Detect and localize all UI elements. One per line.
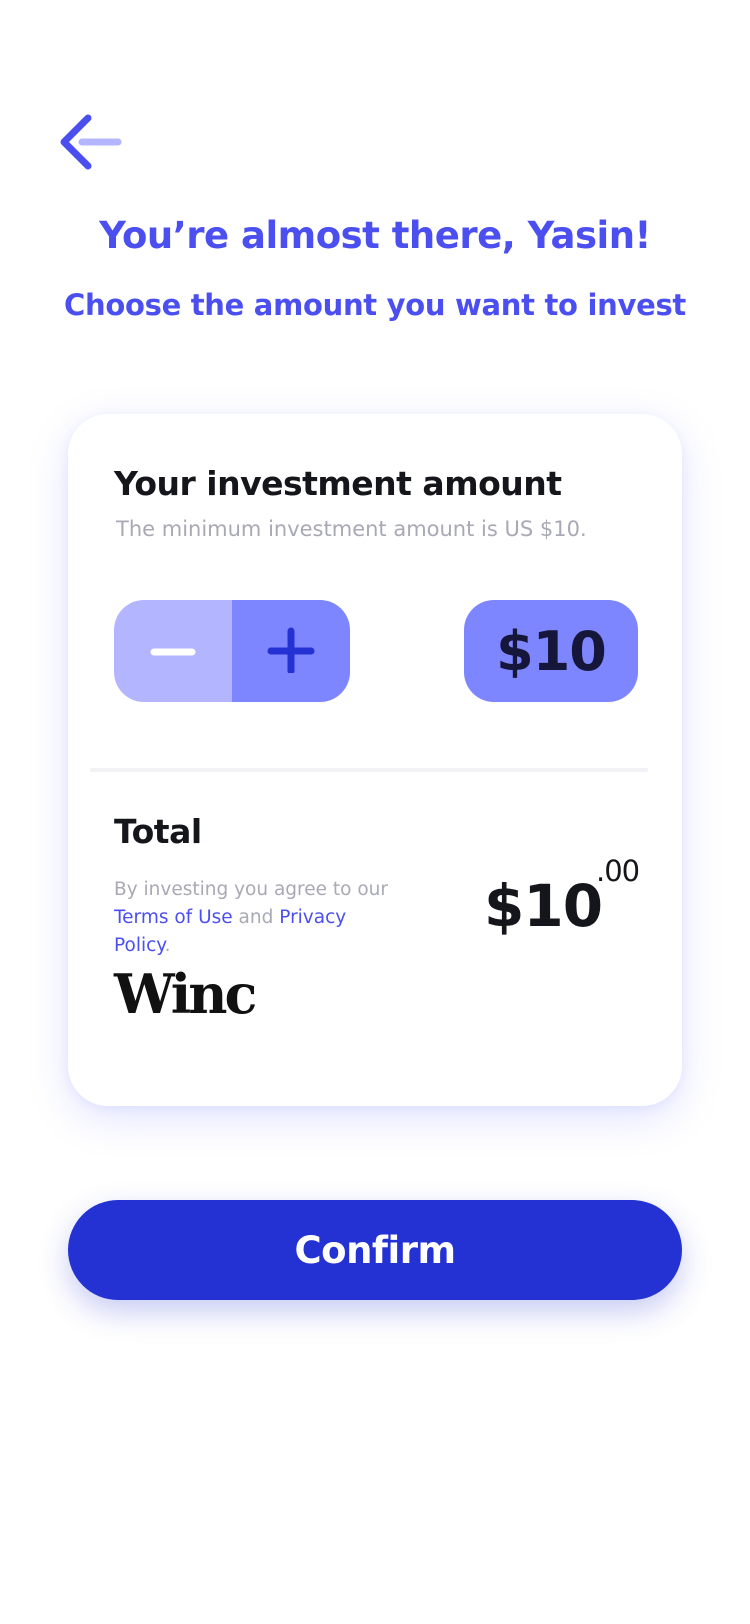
investment-card-title: Your investment amount	[114, 464, 562, 503]
total-label: Total	[114, 812, 202, 851]
minus-icon	[150, 642, 196, 661]
investment-card: Your investment amount The minimum inves…	[68, 414, 682, 1106]
investment-amount-display[interactable]: $10	[464, 600, 638, 702]
agreement-text: By investing you agree to our Terms of U…	[114, 876, 404, 960]
minimum-investment-hint: The minimum investment amount is US $10.	[116, 517, 587, 541]
amount-stepper	[114, 600, 350, 702]
terms-of-use-link[interactable]: Terms of Use	[114, 907, 233, 928]
total-cents: .00	[596, 854, 640, 888]
decrease-amount-button[interactable]	[114, 600, 232, 702]
page-title: You’re almost there, Yasin!	[99, 214, 651, 257]
agreement-prefix: By investing you agree to our	[114, 879, 388, 900]
agreement-conjunction: and	[238, 907, 274, 928]
confirm-button[interactable]: Confirm	[68, 1200, 682, 1300]
arrow-left-icon	[56, 112, 128, 176]
plus-icon	[267, 625, 315, 677]
page-subtitle: Choose the amount you want to invest	[64, 288, 686, 322]
increase-amount-button[interactable]	[232, 600, 350, 702]
winc-logo: Winc	[114, 962, 257, 1026]
back-button[interactable]	[56, 112, 128, 176]
divider	[90, 768, 648, 772]
agreement-suffix: .	[164, 935, 171, 956]
total-amount: $10	[484, 872, 603, 940]
